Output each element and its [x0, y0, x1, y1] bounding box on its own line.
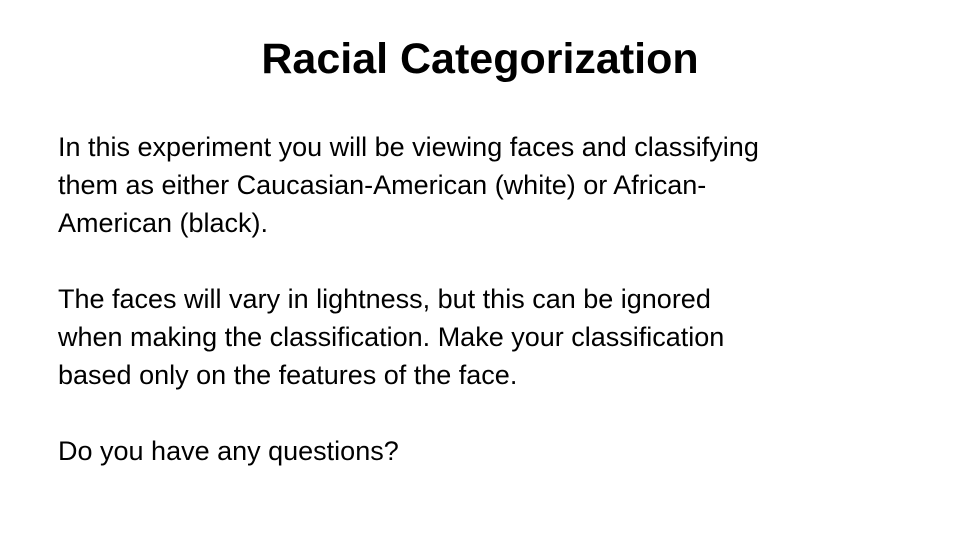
paragraph-line: In this experiment you will be viewing f… — [58, 132, 759, 162]
paragraph-line: based only on the features of the face. — [58, 360, 518, 390]
lightness-note-paragraph: The faces will vary in lightness, but th… — [58, 280, 918, 394]
paragraph-line: American (black). — [58, 208, 269, 238]
paragraph-line: when making the classification. Make you… — [58, 322, 725, 352]
slide: Racial Categorization In this experiment… — [0, 0, 960, 540]
slide-title: Racial Categorization — [261, 35, 699, 83]
questions-paragraph: Do you have any questions? — [58, 432, 918, 470]
paragraph-line: them as either Caucasian-American (white… — [58, 170, 707, 200]
instructions-paragraph: In this experiment you will be viewing f… — [58, 128, 918, 242]
paragraph-line: Do you have any questions? — [58, 436, 399, 466]
paragraph-line: The faces will vary in lightness, but th… — [58, 284, 711, 314]
slide-body: In this experiment you will be viewing f… — [58, 128, 918, 470]
